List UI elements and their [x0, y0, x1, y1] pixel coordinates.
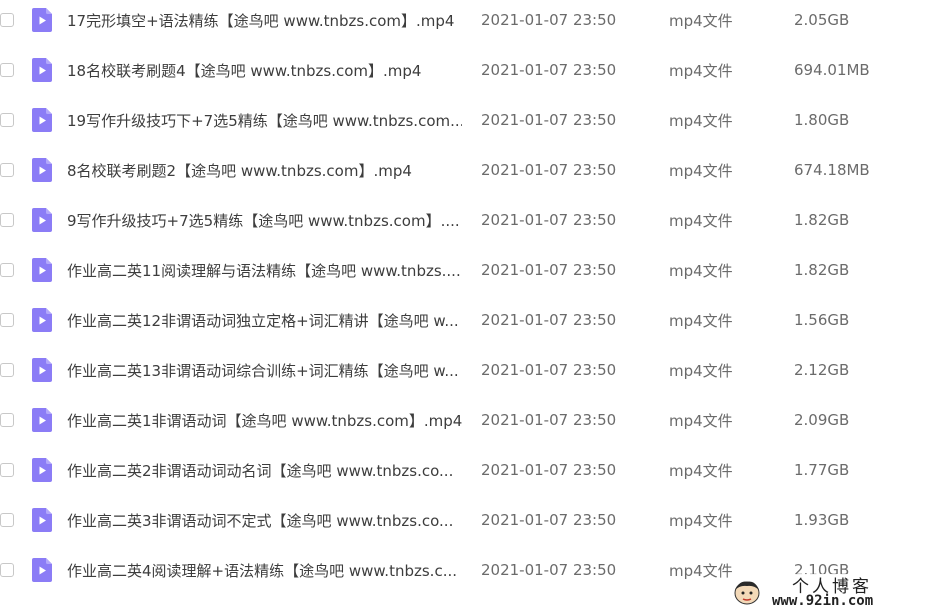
- file-type: mp4文件: [669, 461, 733, 480]
- file-date: 2021-01-07 23:50: [481, 111, 617, 129]
- file-name[interactable]: 17完形填空+语法精练【途鸟吧 www.tnbzs.com】.mp4: [67, 10, 462, 31]
- file-type: mp4文件: [669, 11, 733, 30]
- file-size: 1.77GB: [794, 461, 850, 479]
- file-name[interactable]: 作业高二英12非谓语动词独立定格+词汇精讲【途鸟吧 w...: [67, 310, 462, 331]
- file-type: mp4文件: [669, 161, 733, 180]
- checkbox-icon[interactable]: [0, 513, 14, 527]
- checkbox-icon[interactable]: [0, 113, 14, 127]
- file-row[interactable]: 9写作升级技巧+7选5精练【途鸟吧 www.tnbzs.com】.... 202…: [0, 195, 932, 245]
- file-size: 1.93GB: [794, 511, 850, 529]
- file-name[interactable]: 19写作升级技巧下+7选5精练【途鸟吧 www.tnbzs.com...: [67, 110, 462, 131]
- video-file-icon: [32, 158, 52, 182]
- checkbox-icon[interactable]: [0, 313, 14, 327]
- file-date: 2021-01-07 23:50: [481, 361, 617, 379]
- file-size: 1.82GB: [794, 211, 850, 229]
- file-type: mp4文件: [669, 111, 733, 130]
- file-row[interactable]: 作业高二英11阅读理解与语法精练【途鸟吧 www.tnbzs.... 2021-…: [0, 245, 932, 295]
- file-size: 1.82GB: [794, 261, 850, 279]
- file-date: 2021-01-07 23:50: [481, 211, 617, 229]
- file-type: mp4文件: [669, 511, 733, 530]
- video-file-icon: [32, 358, 52, 382]
- file-name[interactable]: 8名校联考刷题2【途鸟吧 www.tnbzs.com】.mp4: [67, 160, 462, 181]
- file-size: 1.80GB: [794, 111, 850, 129]
- file-size: 2.09GB: [794, 411, 850, 429]
- file-row[interactable]: 作业高二英3非谓语动词不定式【途鸟吧 www.tnbzs.co... 2021-…: [0, 495, 932, 545]
- file-name[interactable]: 作业高二英2非谓语动词动名词【途鸟吧 www.tnbzs.co...: [67, 460, 462, 481]
- file-row[interactable]: 作业高二英13非谓语动词综合训练+词汇精练【途鸟吧 w... 2021-01-0…: [0, 345, 932, 395]
- file-type: mp4文件: [669, 561, 733, 580]
- checkbox-icon[interactable]: [0, 163, 14, 177]
- video-file-icon: [32, 108, 52, 132]
- file-size: 694.01MB: [794, 61, 870, 79]
- file-name[interactable]: 作业高二英4阅读理解+语法精练【途鸟吧 www.tnbzs.c...: [67, 560, 462, 581]
- file-date: 2021-01-07 23:50: [481, 311, 617, 329]
- file-type: mp4文件: [669, 411, 733, 430]
- checkbox-icon[interactable]: [0, 563, 14, 577]
- video-file-icon: [32, 558, 52, 582]
- avatar-icon: [734, 581, 760, 605]
- file-list: 17完形填空+语法精练【途鸟吧 www.tnbzs.com】.mp4 2021-…: [0, 0, 932, 614]
- video-file-icon: [32, 408, 52, 432]
- file-row[interactable]: 作业高二英1非谓语动词【途鸟吧 www.tnbzs.com】.mp4 2021-…: [0, 395, 932, 445]
- file-date: 2021-01-07 23:50: [481, 11, 617, 29]
- file-name[interactable]: 9写作升级技巧+7选5精练【途鸟吧 www.tnbzs.com】....: [67, 210, 462, 231]
- checkbox-icon[interactable]: [0, 463, 14, 477]
- file-date: 2021-01-07 23:50: [481, 561, 617, 579]
- checkbox-icon[interactable]: [0, 63, 14, 77]
- file-type: mp4文件: [669, 261, 733, 280]
- file-type: mp4文件: [669, 361, 733, 380]
- file-row[interactable]: 8名校联考刷题2【途鸟吧 www.tnbzs.com】.mp4 2021-01-…: [0, 145, 932, 195]
- file-name[interactable]: 作业高二英13非谓语动词综合训练+词汇精练【途鸟吧 w...: [67, 360, 462, 381]
- video-file-icon: [32, 208, 52, 232]
- file-name[interactable]: 18名校联考刷题4【途鸟吧 www.tnbzs.com】.mp4: [67, 60, 462, 81]
- file-type: mp4文件: [669, 211, 733, 230]
- video-file-icon: [32, 308, 52, 332]
- video-file-icon: [32, 458, 52, 482]
- checkbox-icon[interactable]: [0, 213, 14, 227]
- file-name[interactable]: 作业高二英3非谓语动词不定式【途鸟吧 www.tnbzs.co...: [67, 510, 462, 531]
- file-row[interactable]: 18名校联考刷题4【途鸟吧 www.tnbzs.com】.mp4 2021-01…: [0, 45, 932, 95]
- file-date: 2021-01-07 23:50: [481, 411, 617, 429]
- file-row[interactable]: 作业高二英2非谓语动词动名词【途鸟吧 www.tnbzs.co... 2021-…: [0, 445, 932, 495]
- file-name[interactable]: 作业高二英11阅读理解与语法精练【途鸟吧 www.tnbzs....: [67, 260, 462, 281]
- video-file-icon: [32, 58, 52, 82]
- file-date: 2021-01-07 23:50: [481, 461, 617, 479]
- video-file-icon: [32, 258, 52, 282]
- watermark: 个人博客 www.92in.com: [732, 574, 922, 610]
- checkbox-icon[interactable]: [0, 363, 14, 377]
- file-date: 2021-01-07 23:50: [481, 61, 617, 79]
- file-date: 2021-01-07 23:50: [481, 261, 617, 279]
- video-file-icon: [32, 508, 52, 532]
- watermark-url: www.92in.com: [772, 593, 874, 609]
- file-row[interactable]: 作业高二英12非谓语动词独立定格+词汇精讲【途鸟吧 w... 2021-01-0…: [0, 295, 932, 345]
- file-type: mp4文件: [669, 61, 733, 80]
- file-size: 2.12GB: [794, 361, 850, 379]
- file-size: 1.56GB: [794, 311, 850, 329]
- file-date: 2021-01-07 23:50: [481, 511, 617, 529]
- checkbox-icon[interactable]: [0, 263, 14, 277]
- video-file-icon: [32, 8, 52, 32]
- checkbox-icon[interactable]: [0, 13, 14, 27]
- file-row[interactable]: 17完形填空+语法精练【途鸟吧 www.tnbzs.com】.mp4 2021-…: [0, 0, 932, 45]
- file-date: 2021-01-07 23:50: [481, 161, 617, 179]
- file-size: 674.18MB: [794, 161, 870, 179]
- file-type: mp4文件: [669, 311, 733, 330]
- file-name[interactable]: 作业高二英1非谓语动词【途鸟吧 www.tnbzs.com】.mp4: [67, 410, 462, 431]
- file-size: 2.05GB: [794, 11, 850, 29]
- checkbox-icon[interactable]: [0, 413, 14, 427]
- file-row[interactable]: 19写作升级技巧下+7选5精练【途鸟吧 www.tnbzs.com... 202…: [0, 95, 932, 145]
